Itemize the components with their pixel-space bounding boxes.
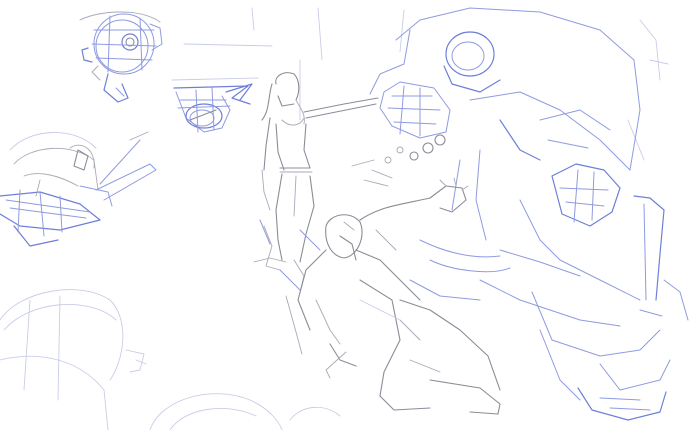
orb-robot-sketch: [79, 11, 163, 103]
woman-sketch: [253, 72, 379, 355]
drone-sketch: [173, 83, 253, 133]
man-sketch: [279, 177, 511, 415]
sketch-drawing: [0, 7, 689, 430]
sketch-canvas: [0, 0, 700, 430]
background-lines: [171, 7, 669, 161]
brute-sketch: [351, 7, 689, 421]
armored-figure-sketch: [0, 131, 157, 247]
rocks-sketch: [0, 289, 341, 430]
